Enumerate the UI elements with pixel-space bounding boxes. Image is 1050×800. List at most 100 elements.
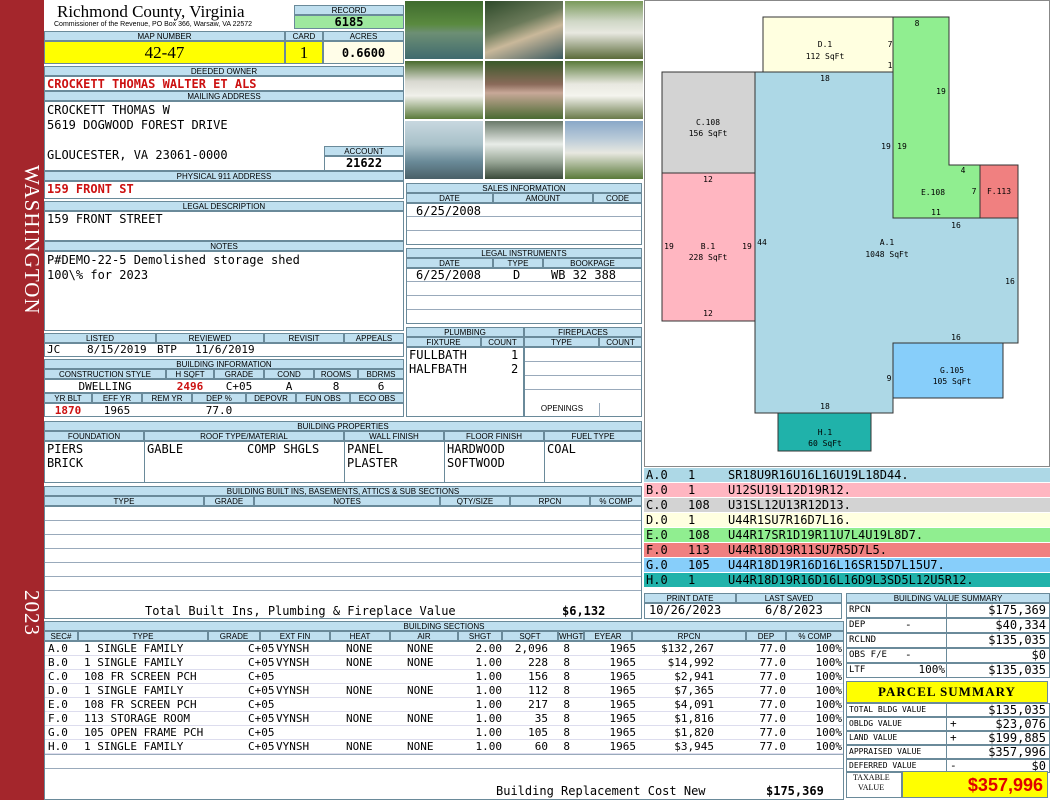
value-summary-divider: [946, 603, 947, 618]
section-cell: 1965: [609, 712, 637, 725]
vector-code: D.0: [646, 513, 668, 527]
vector-code: C.0: [646, 498, 668, 512]
builtins-row-line: [45, 590, 641, 591]
reviewed-date: 11/6/2019: [195, 343, 255, 356]
section-cell: 1.00: [475, 656, 503, 669]
section-cell: 1965: [609, 726, 637, 739]
value-summary-divider: [946, 663, 947, 678]
sketch-dim: 7: [888, 40, 893, 49]
parcel-label: LAND VALUE: [849, 733, 898, 742]
value-summary-divider: [946, 618, 947, 633]
section-col-header: SQFT: [502, 631, 558, 641]
builtins-total-label: Total Built Ins, Plumbing & Fireplace Va…: [145, 604, 456, 618]
section-cell: H.0: [48, 740, 68, 753]
sales-date-header: DATE: [406, 193, 493, 203]
mailing-address-header: MAILING ADDRESS: [44, 91, 404, 101]
parcel-value: $23,076: [995, 717, 1046, 731]
vector-row: B.0 1 U12SU19L12D19R12.: [644, 483, 1050, 498]
vector-count: 105: [688, 558, 710, 572]
sketch-label-d: D.1: [818, 40, 833, 49]
section-cell: C+05: [248, 712, 275, 725]
notes-line-2: 100\% for 2023: [47, 268, 149, 282]
vector-count: 1: [688, 573, 696, 587]
section-cell: 1965: [609, 698, 637, 711]
plumbing-fixture-1: FULLBATH: [409, 348, 467, 362]
rooms-value: 8: [332, 380, 340, 393]
vector-row: C.0 108 U31SL12U13R12D13.: [644, 498, 1050, 513]
vector-row: F.0 113 U44R18D19R11SU7R5D7L5.: [644, 543, 1050, 558]
vector-path: U31SL12U13R12D13.: [728, 498, 851, 512]
section-cell: NONE: [346, 740, 373, 753]
section-cell: $132,267: [661, 642, 714, 655]
legal-description-header: LEGAL DESCRIPTION: [44, 201, 404, 211]
section-cell: 100%: [815, 726, 843, 739]
taxable-label-1: TAXABLE: [853, 773, 890, 782]
section-cell: VYNSH: [276, 642, 310, 655]
sale-date: 6/25/2008: [416, 204, 482, 218]
roof-header: ROOF TYPE/MATERIAL: [144, 431, 344, 441]
section-cell: 8: [563, 698, 570, 711]
sketch-dim: 16: [951, 221, 961, 230]
vector-path: U44R17SR1D19R11U7L4U19L8D7.: [728, 528, 924, 542]
section-cell: 1965: [609, 656, 637, 669]
parcel-divider: [946, 745, 947, 759]
plumbing-fixture-2: HALFBATH: [409, 362, 467, 376]
section-cell: 77.0: [759, 726, 787, 739]
parcel-divider: [946, 717, 947, 731]
sketch-dim: 18: [820, 74, 830, 83]
section-cell: 100%: [815, 712, 843, 725]
section-cell: 1.00: [475, 712, 503, 725]
rooms-header: ROOMS: [314, 369, 358, 379]
value-summary-header: BUILDING VALUE SUMMARY: [846, 593, 1050, 603]
value-summary-label: RCLND: [849, 635, 877, 645]
print-date-header: PRINT DATE: [644, 593, 736, 603]
section-cell: C+05: [248, 684, 275, 697]
cond-header: COND: [264, 369, 314, 379]
section-cell: 100%: [815, 740, 843, 753]
sketch-dim: 1: [888, 61, 893, 70]
sketch-dim: 19: [881, 142, 891, 151]
vector-path: SR18U9R16U16L16U19L18D44.: [728, 468, 909, 482]
card-value: 1: [285, 41, 323, 64]
sketch-area-text-a: 1048 SqFt: [865, 250, 909, 259]
wall-finish-1: PANEL: [347, 442, 384, 456]
plumbing-count-1: 1: [511, 348, 519, 362]
vector-count: 108: [688, 498, 710, 512]
building-sketch: D.1 112 SqFt C.108 156 SqFt B.1 228 SqFt…: [644, 0, 1050, 467]
record-header: RECORD: [294, 5, 404, 15]
revisit-header: REVISIT: [264, 333, 344, 343]
value-summary-value: $0: [1031, 648, 1046, 662]
fireplace-type-header: TYPE: [524, 337, 599, 347]
value-summary-value: $135,035: [988, 633, 1046, 647]
construction-style-value: DWELLING: [78, 380, 132, 393]
print-date-value: 10/26/2023: [649, 603, 722, 617]
sketch-dim: 12: [703, 175, 713, 184]
fixture-count-header: COUNT: [481, 337, 524, 347]
record-value: 6185: [294, 15, 404, 29]
vector-path: U44R18D19R16D16L16SR15D7L15U7.: [728, 558, 945, 572]
section-cell: 1965: [609, 740, 637, 753]
vector-row: A.0 1 SR18U9R16U16L16U19L18D44.: [644, 468, 1050, 483]
section-cell: 1965: [609, 684, 637, 697]
parcel-label: TOTAL BLDG VALUE: [849, 705, 927, 714]
acres-value: 0.6600: [323, 41, 404, 64]
section-cell: E.0: [48, 698, 68, 711]
appeals-header: APPEALS: [344, 333, 404, 343]
section-cell: 217: [528, 698, 548, 711]
vector-path: U44R18D19R16D16L16D9L3SD5L12U5R12.: [728, 573, 974, 587]
section-cell: 8: [563, 684, 570, 697]
map-number-header: MAP NUMBER: [44, 31, 285, 41]
notes-header: NOTES: [44, 241, 404, 251]
section-col-header: EYEAR: [584, 631, 632, 641]
vector-row: H.0 1 U44R18D19R16D16L16D9L3SD5L12U5R12.: [644, 573, 1050, 588]
tax-year: 2023: [20, 590, 44, 636]
instrument-date-header: DATE: [406, 258, 493, 268]
section-cell: $2,941: [674, 670, 714, 683]
section-cell: 8: [563, 670, 570, 683]
value-summary-divider: [946, 648, 947, 663]
parcel-summary-header: PARCEL SUMMARY: [846, 681, 1048, 703]
section-cell: 1.00: [475, 726, 503, 739]
vector-path: U44R1SU7R16D7L16.: [728, 513, 851, 527]
parcel-value: $135,035: [988, 703, 1046, 717]
sketch-label-a: A.1: [880, 238, 895, 247]
